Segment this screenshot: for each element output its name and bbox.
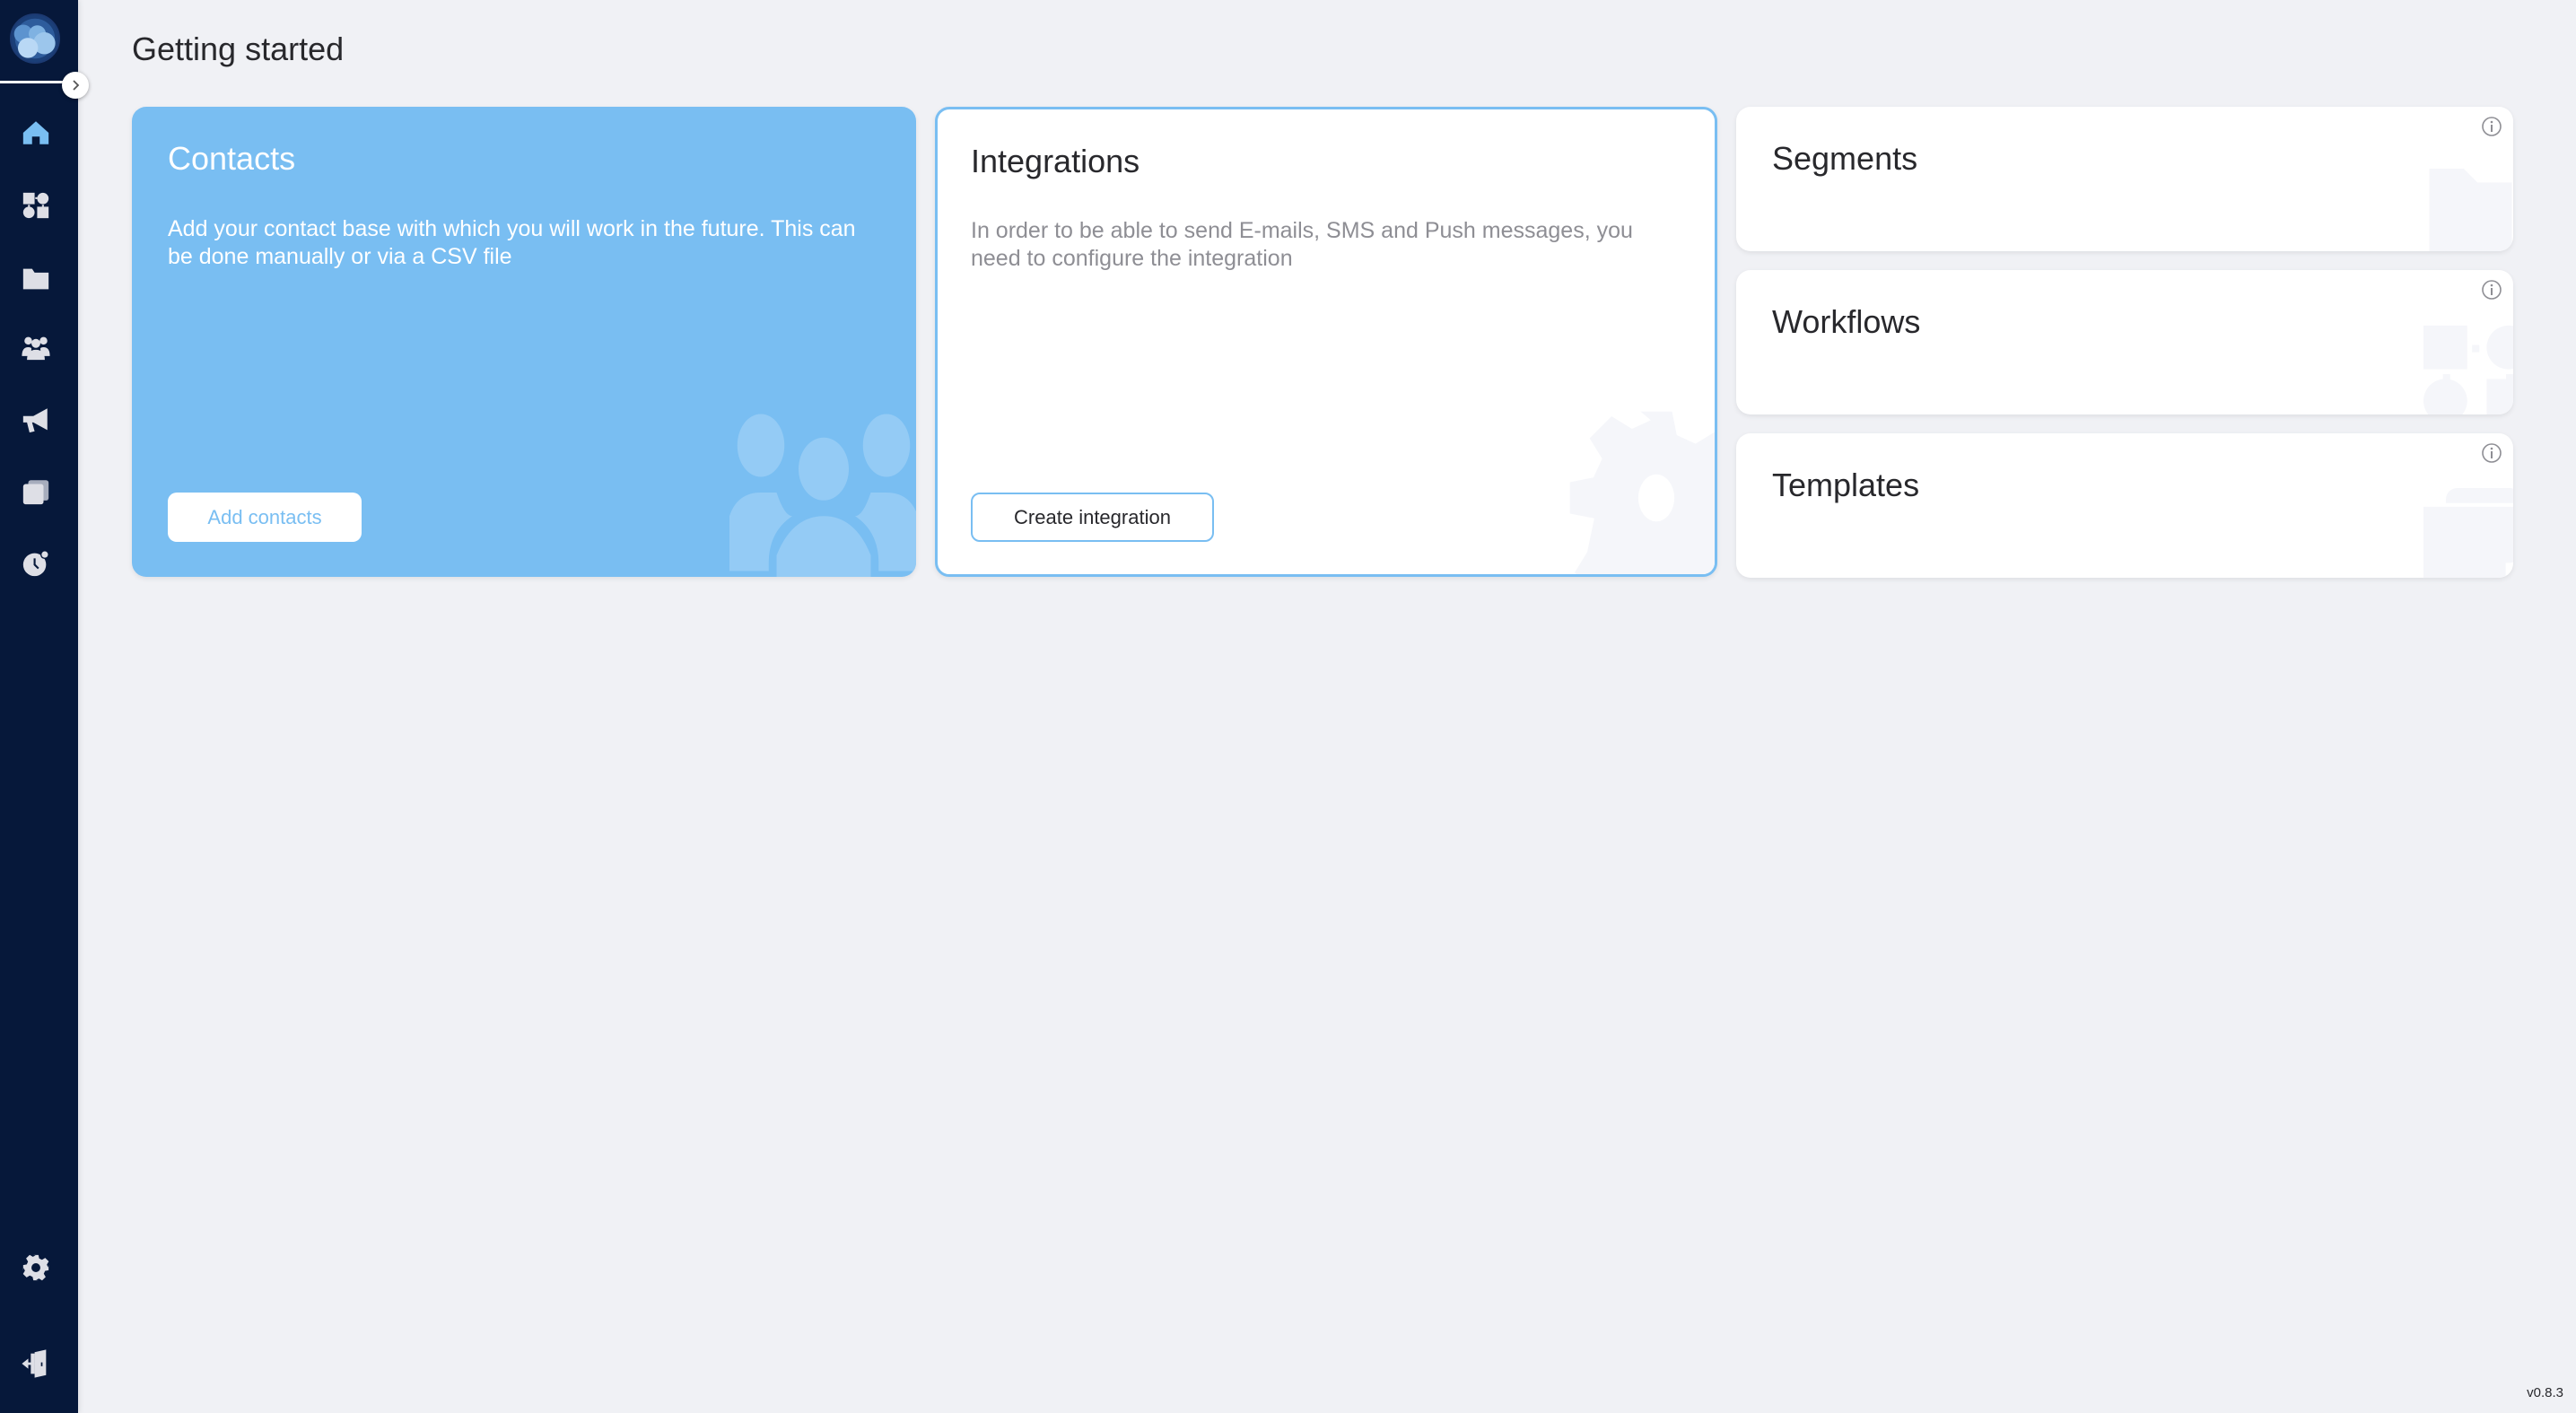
segments-card-title: Segments <box>1772 140 1918 177</box>
sidebar-item-settings[interactable] <box>18 1250 54 1286</box>
logout-icon <box>22 1349 47 1378</box>
sidebar-collapse-toggle[interactable] <box>62 72 89 99</box>
add-contacts-button[interactable]: Add contacts <box>168 493 362 542</box>
templates-icon <box>22 480 49 505</box>
sidebar <box>0 0 89 1413</box>
sidebar-item-history[interactable] <box>18 545 54 581</box>
integrations-card[interactable]: Integrations In order to be able to send… <box>935 107 1717 577</box>
chevron-right-icon <box>73 80 80 91</box>
app-logo[interactable] <box>10 13 60 64</box>
contacts-card-description: Add your contact base with which you wil… <box>168 216 856 269</box>
templates-card[interactable]: Templates <box>1736 433 2513 578</box>
sidebar-item-segments[interactable] <box>18 261 54 297</box>
contacts-card[interactable]: Contacts Add your contact base with whic… <box>132 107 916 577</box>
sidebar-divider <box>0 81 65 83</box>
info-icon[interactable] <box>2481 116 2502 137</box>
integrations-card-description: In order to be able to send E-mails, SMS… <box>971 218 1633 271</box>
folder-icon <box>2429 169 2512 251</box>
sidebar-item-workflows[interactable] <box>18 188 54 223</box>
info-icon[interactable] <box>2481 279 2502 301</box>
workflow-icon <box>2423 325 2513 414</box>
segments-card[interactable]: Segments <box>1736 107 2513 251</box>
sidebar-item-contacts[interactable] <box>18 329 54 365</box>
sidebar-item-campaigns[interactable] <box>18 402 54 438</box>
sidebar-item-templates[interactable] <box>18 474 54 510</box>
workflows-card[interactable]: Workflows <box>1736 270 2513 414</box>
megaphone-icon <box>22 408 48 433</box>
sidebar-item-logout[interactable] <box>18 1346 54 1382</box>
contacts-card-title: Contacts <box>168 140 296 177</box>
workflows-card-title: Workflows <box>1772 303 1921 340</box>
integrations-card-title: Integrations <box>971 143 1140 179</box>
app-version: v0.8.3 <box>2527 1385 2563 1400</box>
workflow-icon <box>22 192 49 219</box>
gear-icon <box>22 1254 49 1281</box>
clock-icon <box>22 550 49 577</box>
templates-card-title: Templates <box>1772 467 1920 503</box>
people-icon <box>22 336 50 361</box>
info-icon[interactable] <box>2481 442 2502 464</box>
people-icon <box>729 414 916 577</box>
create-integration-button[interactable]: Create integration <box>971 493 1214 542</box>
page-title: Getting started <box>132 31 345 67</box>
templates-icon <box>2423 488 2513 578</box>
gear-icon <box>1569 411 1715 574</box>
sidebar-item-home[interactable] <box>18 115 54 151</box>
folder-icon <box>22 268 49 290</box>
home-icon <box>22 121 49 144</box>
